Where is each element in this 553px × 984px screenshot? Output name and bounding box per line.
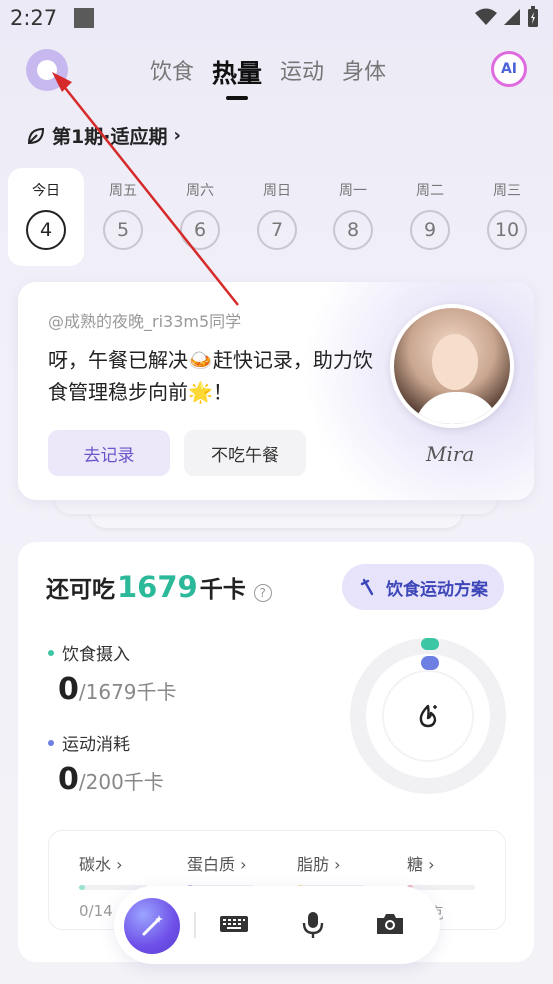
intake-value: 0 xyxy=(58,672,79,707)
diet-exercise-plan-button[interactable]: 饮食运动方案 xyxy=(342,564,504,610)
burn-label-row: 运动消耗 xyxy=(48,730,130,755)
burn-label: 运动消耗 xyxy=(62,735,130,755)
phase-label: 第1期·适应期 xyxy=(52,126,168,148)
day-item[interactable]: 周六 6 xyxy=(162,168,238,266)
day-label: 周一 xyxy=(339,183,367,199)
tab-diet[interactable]: 饮食 xyxy=(150,54,194,90)
day-item[interactable]: 周日 7 xyxy=(239,168,315,266)
top-header: 饮食 热量 运动 身体 AI xyxy=(0,44,553,100)
status-bar: 2:27 xyxy=(0,0,553,40)
intake-dot xyxy=(48,649,54,656)
character-face xyxy=(432,334,478,390)
burn-total: /200千卡 xyxy=(78,770,164,794)
bottom-input-bar xyxy=(114,886,440,964)
day-item[interactable]: 周五 5 xyxy=(85,168,161,266)
magic-wand-icon xyxy=(142,915,163,936)
remaining-value: 1679 xyxy=(117,570,198,604)
day-number: 9 xyxy=(410,210,450,250)
main-tabs: 饮食 热量 运动 身体 xyxy=(150,54,386,90)
assistant-message-card: @成熟的夜晚_ri33m5同学 呀，午餐已解决🍛赶快记录，助力饮食管理稳步向前🌟… xyxy=(18,282,534,500)
assistant-character-image xyxy=(390,304,514,428)
microphone-icon[interactable] xyxy=(300,910,326,940)
battery-icon xyxy=(528,6,538,27)
chevron-right-icon: › xyxy=(173,125,181,146)
day-number: 8 xyxy=(333,210,373,250)
tab-calories[interactable]: 热量 xyxy=(212,54,262,90)
day-item[interactable]: 周二 9 xyxy=(392,168,468,266)
day-item[interactable]: 今日 4 xyxy=(8,168,84,266)
status-time: 2:27 xyxy=(10,6,58,30)
week-day-selector: 今日 4 周五 5 周六 6 周日 7 周一 8 周二 9 周三 10 xyxy=(8,168,548,266)
divider xyxy=(194,912,196,938)
avatar-icon xyxy=(37,60,57,80)
leaf-icon xyxy=(27,127,45,144)
tab-body[interactable]: 身体 xyxy=(342,54,386,90)
day-label: 周六 xyxy=(186,183,214,199)
day-item[interactable]: 周三 10 xyxy=(469,168,545,266)
day-label: 今日 xyxy=(32,183,60,199)
day-number: 7 xyxy=(257,210,297,250)
day-label: 周二 xyxy=(416,183,444,199)
plan-label: 饮食运动方案 xyxy=(386,579,488,600)
intake-stat: 0/1679千卡 xyxy=(58,672,177,707)
burn-value: 0 xyxy=(58,762,79,797)
burn-stat: 0/200千卡 xyxy=(58,762,164,797)
day-number: 6 xyxy=(180,210,220,250)
intake-ring-indicator xyxy=(421,638,439,650)
camera-icon[interactable] xyxy=(374,910,406,938)
day-number: 5 xyxy=(103,210,143,250)
tab-exercise[interactable]: 运动 xyxy=(280,54,324,90)
ring-center[interactable] xyxy=(382,670,474,762)
skip-lunch-button[interactable]: 不吃午餐 xyxy=(184,430,306,476)
intake-total: /1679千卡 xyxy=(78,680,177,704)
flame-icon xyxy=(419,704,437,728)
macro-bar-fill xyxy=(79,885,85,890)
plan-icon xyxy=(360,578,374,596)
character-body xyxy=(414,392,500,424)
burn-ring-indicator xyxy=(421,656,439,670)
day-label: 周五 xyxy=(109,183,137,199)
keyboard-icon[interactable] xyxy=(218,910,250,938)
message-text: 呀，午餐已解决🍛赶快记录，助力饮食管理稳步向前🌟！ xyxy=(48,348,373,404)
phase-selector[interactable]: 第1期·适应期 › xyxy=(26,122,181,149)
system-icons xyxy=(475,6,539,28)
intake-label: 饮食摄入 xyxy=(62,645,130,665)
signal-icon xyxy=(504,9,520,25)
notification-icon xyxy=(74,8,94,28)
help-icon[interactable]: ? xyxy=(253,584,272,602)
macro-label: 蛋白质 › xyxy=(187,855,247,874)
day-label: 周三 xyxy=(493,183,521,199)
remaining-calories: 还可吃 1679 千卡 ? xyxy=(46,570,272,604)
ai-assistant-button[interactable]: AI xyxy=(491,51,527,87)
macro-label: 脂肪 › xyxy=(297,855,341,874)
assistant-signature: Mira xyxy=(426,442,475,466)
wifi-icon xyxy=(475,8,497,25)
remaining-unit: 千卡 xyxy=(199,577,246,603)
user-mention: @成熟的夜晚_ri33m5同学 xyxy=(48,312,242,331)
remaining-prefix: 还可吃 xyxy=(46,577,115,603)
day-label: 周日 xyxy=(263,183,291,199)
user-avatar-button[interactable] xyxy=(26,49,68,91)
day-item[interactable]: 周一 8 xyxy=(315,168,391,266)
macro-label: 糖 › xyxy=(407,855,435,874)
day-number: 10 xyxy=(487,210,527,250)
day-number: 4 xyxy=(26,210,66,250)
burn-dot xyxy=(48,739,54,746)
intake-label-row: 饮食摄入 xyxy=(48,640,130,665)
magic-wand-button[interactable] xyxy=(124,898,180,954)
macro-label: 碳水 › xyxy=(79,855,123,874)
record-meal-button[interactable]: 去记录 xyxy=(48,430,170,476)
